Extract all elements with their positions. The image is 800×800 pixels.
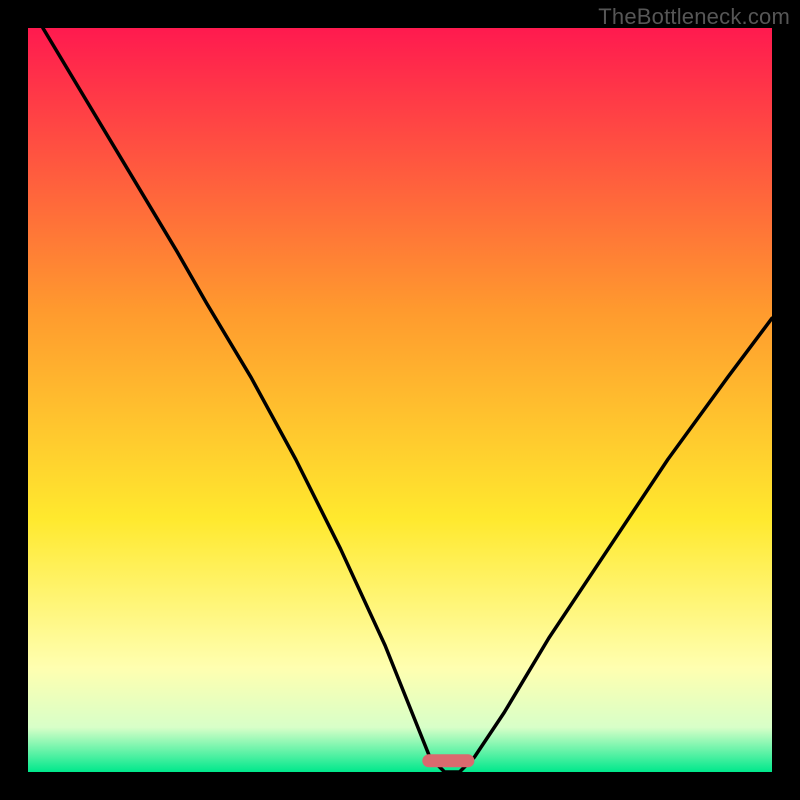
plot-area [28,28,772,772]
optimal-marker [422,754,474,767]
outer-frame: TheBottleneck.com [0,0,800,800]
bottleneck-chart [28,28,772,772]
attribution-text: TheBottleneck.com [598,4,790,30]
gradient-background [28,28,772,772]
